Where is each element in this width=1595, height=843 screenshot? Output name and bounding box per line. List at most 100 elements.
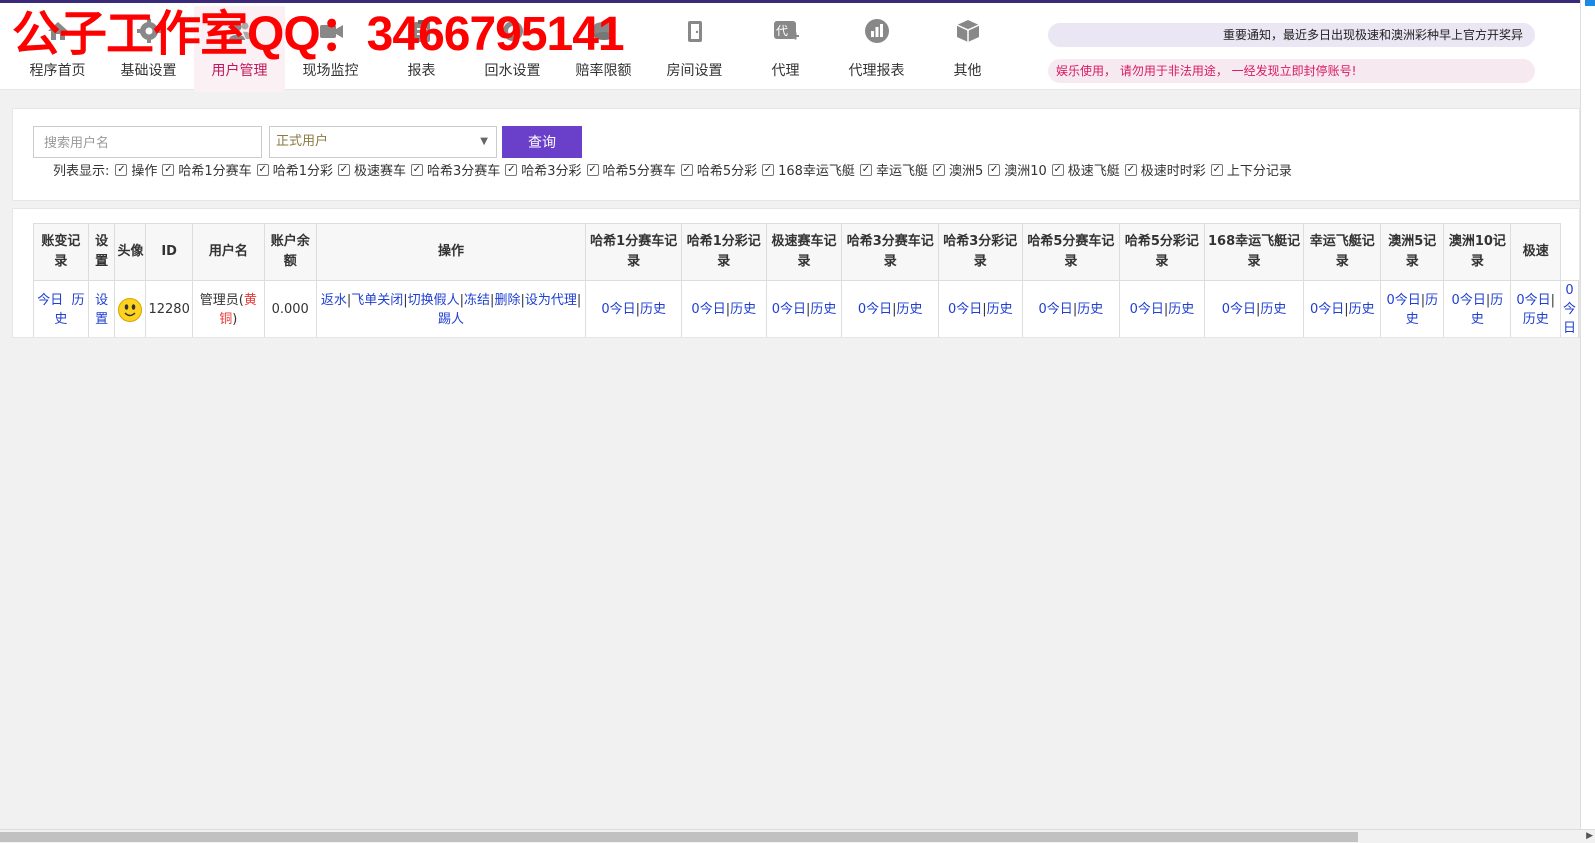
horizontal-scrollbar[interactable]: ▶ (0, 829, 1595, 843)
column-checkbox[interactable]: ✓ 澳洲5 (932, 160, 983, 179)
checkbox-checked-icon[interactable]: ✓ (256, 163, 269, 176)
query-button[interactable]: 查询 (502, 126, 582, 158)
checkbox-checked-icon[interactable]: ✓ (410, 163, 423, 176)
record-cell: 0今日|历史 (1203, 280, 1305, 337)
record-history-link[interactable]: 历史 (987, 302, 1013, 317)
column-checkbox[interactable]: ✓ 上下分记录 (1210, 160, 1292, 179)
checkbox-checked-icon[interactable]: ✓ (932, 163, 945, 176)
record-today-link[interactable]: 0今日 (772, 302, 806, 317)
user-type-select[interactable]: 正式用户 ▼ (269, 126, 497, 158)
column-checkbox[interactable]: ✓ 澳洲10 (988, 160, 1047, 179)
user-table: 账变记录 设置 头像 ID 用户名 账户余额 操作 哈希1分赛车记录 哈希1分彩… (33, 223, 1579, 337)
column-checkbox[interactable]: ✓ 哈希5分赛车 (586, 160, 676, 179)
column-checkbox[interactable]: ✓ 哈希5分彩 (680, 160, 757, 179)
settings-link[interactable]: 设置 (95, 293, 108, 327)
column-checkbox[interactable]: ✓ 极速飞艇 (1051, 160, 1120, 179)
table-row: 今日 历史 设置 12280 管理员(黄铜) 0.000 返水|飞单关闭|切换假… (33, 280, 1579, 337)
scrollbar-thumb[interactable] (0, 832, 1358, 842)
record-today-link[interactable]: 0今日 (1452, 293, 1486, 308)
record-today-link[interactable]: 0今日 (858, 302, 892, 317)
column-checkbox[interactable]: ✓ 哈希1分彩 (256, 160, 333, 179)
record-today-link[interactable]: 0今日 (948, 302, 982, 317)
column-checkbox[interactable]: ✓ 幸运飞艇 (859, 160, 928, 179)
column-checkbox[interactable]: ✓ 哈希3分彩 (505, 160, 582, 179)
set-as-agent-action[interactable]: 设为代理 (525, 293, 577, 308)
nav-basic-settings[interactable]: 基础设置 (103, 6, 194, 92)
nav-label: 基础设置 (120, 63, 177, 79)
nav-agent[interactable]: 代 代理 (740, 6, 831, 92)
fly-order-off-action[interactable]: 飞单关闭 (351, 293, 403, 308)
checkbox-label: 168幸运飞艇 (778, 164, 855, 179)
record-today-link[interactable]: 0今日 (1222, 302, 1256, 317)
checkbox-checked-icon[interactable]: ✓ (1051, 163, 1064, 176)
checkbox-checked-icon[interactable]: ✓ (162, 163, 175, 176)
today-link[interactable]: 今日 (37, 293, 63, 308)
column-checkbox[interactable]: ✓ 操作 (115, 160, 157, 179)
record-today-link[interactable]: 0今日 (1516, 293, 1550, 308)
column-checkbox[interactable]: ✓ 极速赛车 (337, 160, 406, 179)
column-header: 哈希3分赛车记录 (841, 223, 939, 281)
record-today-link[interactable]: 0今日 (1386, 293, 1420, 308)
checkbox-checked-icon[interactable]: ✓ (115, 163, 128, 176)
checkbox-checked-icon[interactable]: ✓ (762, 163, 775, 176)
record-today-link[interactable]: 0今日 (1130, 302, 1164, 317)
username-search-input[interactable] (33, 126, 262, 158)
record-today-link[interactable]: 0今日 (1039, 302, 1073, 317)
delete-action[interactable]: 删除 (494, 293, 520, 308)
record-today-link[interactable]: 0今日 (601, 302, 635, 317)
nav-rebate-settings[interactable]: 回水设置 (467, 6, 558, 92)
checkbox-label: 哈希5分赛车 (602, 164, 676, 179)
record-history-link[interactable]: 历史 (730, 302, 756, 317)
record-history-link[interactable]: 历史 (1168, 302, 1194, 317)
switch-fake-user-action[interactable]: 切换假人 (408, 293, 460, 308)
checkbox-checked-icon[interactable]: ✓ (586, 163, 599, 176)
record-history-link[interactable]: 历史 (810, 302, 836, 317)
checkbox-label: 澳洲10 (1004, 164, 1047, 179)
record-today-link[interactable]: 0今日 (1563, 283, 1576, 336)
checkbox-checked-icon[interactable]: ✓ (505, 163, 518, 176)
column-header: 168幸运飞艇记录 (1203, 223, 1305, 281)
nav-label: 其他 (953, 63, 982, 79)
chart-icon (862, 16, 892, 46)
record-history-link[interactable]: 历史 (1523, 312, 1549, 327)
nav-live-monitor[interactable]: 现场监控 (285, 6, 376, 92)
nav-reports[interactable]: 报表 (376, 6, 467, 92)
column-header: 极速赛车记录 (765, 223, 843, 281)
nav-agent-reports[interactable]: 代理报表 (831, 6, 922, 92)
column-header: 幸运飞艇记录 (1303, 223, 1382, 281)
checkbox-checked-icon[interactable]: ✓ (337, 163, 350, 176)
freeze-action[interactable]: 冻结 (464, 293, 490, 308)
record-history-link[interactable]: 历史 (640, 302, 666, 317)
record-history-link[interactable]: 历史 (1077, 302, 1103, 317)
top-navigation-bar: 程序首页 基础设置 用户管理 现场监控 报表 回水设置 赔率限额 房间设置 代 … (0, 0, 1580, 92)
kick-user-action[interactable]: 踢人 (438, 312, 464, 327)
nav-room-settings[interactable]: 房间设置 (649, 6, 740, 92)
record-cell: 0今日|历史 (1303, 280, 1382, 337)
column-checkbox[interactable]: ✓ 哈希1分赛车 (162, 160, 252, 179)
rebate-action[interactable]: 返水 (321, 293, 347, 308)
checkbox-checked-icon[interactable]: ✓ (1124, 163, 1137, 176)
record-cell: 0今日|历史 (1510, 280, 1561, 337)
checkbox-checked-icon[interactable]: ✓ (680, 163, 693, 176)
column-checkbox[interactable]: ✓ 极速时时彩 (1124, 160, 1206, 179)
chevron-down-icon: ▼ (480, 136, 488, 147)
scroll-right-arrow-icon[interactable]: ▶ (1586, 830, 1593, 843)
nav-odds-limits[interactable]: 赔率限额 (558, 6, 649, 92)
record-history-link[interactable]: 历史 (1349, 302, 1375, 317)
record-cell: 0今日|历史 (937, 280, 1023, 337)
record-cell: 0今日|历史 (1021, 280, 1121, 337)
checkbox-checked-icon[interactable]: ✓ (859, 163, 872, 176)
record-history-link[interactable]: 历史 (897, 302, 923, 317)
record-history-link[interactable]: 历史 (1260, 302, 1286, 317)
record-today-link[interactable]: 0今日 (691, 302, 725, 317)
nav-other[interactable]: 其他 (922, 6, 1013, 92)
checkbox-checked-icon[interactable]: ✓ (988, 163, 1001, 176)
checkbox-checked-icon[interactable]: ✓ (1210, 163, 1223, 176)
nav-user-management[interactable]: 用户管理 (194, 6, 285, 92)
record-cell: 0今日|历史 (765, 280, 843, 337)
column-checkbox[interactable]: ✓ 哈希3分赛车 (410, 160, 500, 179)
record-today-link[interactable]: 0今日 (1310, 302, 1344, 317)
column-checkbox[interactable]: ✓ 168幸运飞艇 (762, 160, 855, 179)
checkbox-label: 极速时时彩 (1140, 164, 1206, 179)
nav-home[interactable]: 程序首页 (12, 6, 103, 92)
